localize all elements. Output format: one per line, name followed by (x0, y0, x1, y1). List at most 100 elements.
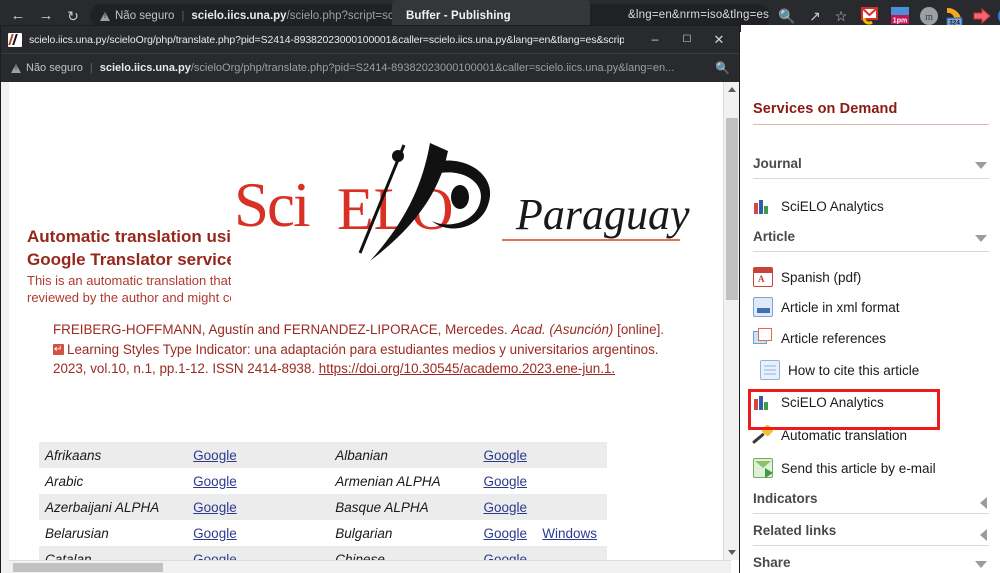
sidebar-item-send-by-email[interactable]: Send this article by e-mail (753, 454, 993, 482)
translate-popup-window: scielo.iics.una.py/scieloOrg/php/transla… (0, 25, 740, 573)
send-mail-icon (753, 458, 773, 478)
citation-journal: Acad. (511, 322, 546, 337)
sidebar-section-indicators[interactable]: Indicators (753, 490, 989, 514)
rss-extension-icon[interactable]: 324 (944, 5, 966, 27)
sidebar-section-journal[interactable]: Journal (753, 155, 989, 179)
sidebar-item-article-xml[interactable]: Article in xml format (753, 293, 993, 321)
logo-underline (502, 239, 680, 241)
page-heading-line1: Automatic translation using (27, 227, 252, 246)
table-row: Belarusian Google Bulgarian Google Windo… (39, 520, 607, 546)
bookmark-star-icon[interactable]: ☆ (832, 7, 850, 25)
sidebar-title-divider (753, 124, 989, 125)
lang-name-right: Basque ALPHA (329, 494, 478, 520)
address-bar-path: /scielo.php?script=sci_ (286, 10, 403, 22)
windows-link[interactable]: Windows (542, 526, 597, 541)
google-link[interactable]: Google (193, 500, 237, 515)
citation-online: [online] (617, 322, 661, 337)
edge-extension-icon[interactable] (996, 5, 1000, 27)
popup-address-path: /scieloOrg/php/translate.php?pid=S2414-8… (190, 62, 675, 74)
google-link[interactable]: Google (193, 448, 237, 463)
services-sidebar: Services on Demand Journal SciELO Analyt… (741, 25, 1000, 573)
sidebar-item-how-to-cite[interactable]: How to cite this article (760, 356, 1000, 384)
sidebar-item-spanish-pdf[interactable]: Spanish (pdf) (753, 263, 993, 291)
share-icon[interactable]: ↗ (806, 7, 824, 25)
mastodon-extension-icon[interactable]: m (918, 5, 940, 27)
sidebar-item-scielo-analytics-article[interactable]: SciELO Analytics (753, 388, 993, 416)
chevron-down-icon[interactable] (975, 235, 987, 242)
sidebar-item-label: Send this article by e-mail (781, 460, 936, 476)
sidebar-item-scielo-analytics-journal[interactable]: SciELO Analytics (753, 192, 993, 220)
sidebar-item-label: Article in xml format (781, 299, 900, 315)
not-secure-warning-icon (100, 11, 110, 21)
sidebar-item-label: Spanish (pdf) (781, 269, 862, 285)
sidebar-section-related-links[interactable]: Related links (753, 522, 989, 546)
popup-window-title: scielo.iics.una.py/scieloOrg/php/transla… (29, 33, 624, 46)
address-bar-divider: | (181, 10, 185, 22)
google-link[interactable]: Google (483, 448, 527, 463)
vertical-scrollbar-thumb[interactable] (726, 118, 738, 300)
chevron-left-icon[interactable] (980, 529, 987, 541)
sidebar-item-automatic-translation[interactable]: Automatic translation (753, 421, 993, 449)
google-link[interactable]: Google (193, 526, 237, 541)
windows-cell (246, 520, 317, 546)
google-link[interactable]: Google (483, 526, 527, 541)
close-button[interactable]: ✕ (703, 26, 735, 53)
google-link[interactable]: Google (483, 500, 527, 515)
lang-name-left: Azerbaijani ALPHA (39, 494, 188, 520)
search-icon[interactable]: 🔍 (778, 7, 796, 25)
mail-extension-icon[interactable] (860, 5, 882, 27)
google-link[interactable]: Google (193, 474, 237, 489)
popup-page-viewport: Automatic translation using Google Trans… (1, 82, 739, 573)
chevron-down-icon[interactable] (975, 561, 987, 568)
address-bar-query-tail: &lng=en&nrm=iso&tlng=es (628, 9, 770, 21)
clock-extension-icon[interactable]: 1pm (889, 5, 911, 27)
svg-text:m: m (925, 12, 933, 23)
citation-link-icon (53, 340, 64, 359)
chevron-down-icon[interactable] (975, 162, 987, 169)
maximize-button[interactable]: ☐ (671, 26, 703, 53)
windows-cell (536, 442, 607, 468)
citation-journal-place: (Asunción) (549, 322, 614, 337)
google-link[interactable]: Google (483, 474, 527, 489)
citation-authors: FREIBERG-HOFFMANN, Agustín and FERNANDEZ… (53, 322, 508, 337)
lang-name-left: Afrikaans (39, 442, 188, 468)
sidebar-section-article[interactable]: Article (753, 228, 989, 252)
bar-chart-icon (753, 196, 773, 216)
vertical-scrollbar[interactable] (723, 82, 739, 560)
tab-tooltip-label: Buffer - Publishing (406, 10, 511, 22)
popup-title-bar[interactable]: scielo.iics.una.py/scieloOrg/php/transla… (1, 26, 739, 53)
forward-arrow-icon[interactable]: → (36, 6, 56, 26)
scroll-up-arrow-icon[interactable] (728, 87, 736, 92)
sidebar-section-share-label: Share (753, 555, 791, 570)
chevron-left-icon[interactable] (980, 497, 987, 509)
lang-name-right: Bulgarian (335, 525, 393, 541)
reload-icon[interactable]: ↻ (63, 6, 83, 26)
pdf-icon (753, 267, 773, 287)
language-table-body: Afrikaans Google Albanian Google Arabic … (39, 442, 607, 573)
bar-chart-icon (753, 392, 773, 412)
arrow-extension-icon[interactable] (971, 5, 993, 27)
sidebar-item-article-references[interactable]: Article references (753, 324, 993, 352)
column-gap (317, 468, 330, 494)
sidebar-item-label: Automatic translation (781, 427, 908, 443)
sidebar-section-related-links-label: Related links (753, 523, 837, 538)
sidebar-section-share[interactable]: Share (753, 554, 989, 573)
magic-wand-icon (753, 425, 773, 445)
windows-cell (536, 494, 607, 520)
zoom-search-icon[interactable]: 🔍 (715, 61, 730, 75)
security-status-label: Não seguro (115, 10, 175, 22)
column-gap (317, 520, 330, 546)
scroll-down-arrow-icon[interactable] (728, 550, 736, 555)
lang-name-left: Belarusian (45, 525, 109, 541)
popup-address-divider: | (89, 62, 93, 74)
citation-doi-link[interactable]: https://doi.org/10.30545/academo.2023.en… (319, 361, 615, 376)
minimize-button[interactable]: – (639, 26, 671, 53)
logo-country-text: Paraguay (516, 190, 690, 239)
table-row: Arabic Google Armenian ALPHA Google (39, 468, 607, 494)
sidebar-section-article-label: Article (753, 229, 796, 244)
back-arrow-icon[interactable]: ← (8, 6, 28, 26)
horizontal-scrollbar-thumb[interactable] (13, 563, 163, 572)
popup-address-bar[interactable]: Não seguro | scielo.iics.una.py /scieloO… (1, 53, 739, 82)
scielo-favicon-icon (8, 32, 22, 47)
horizontal-scrollbar[interactable] (9, 560, 731, 573)
